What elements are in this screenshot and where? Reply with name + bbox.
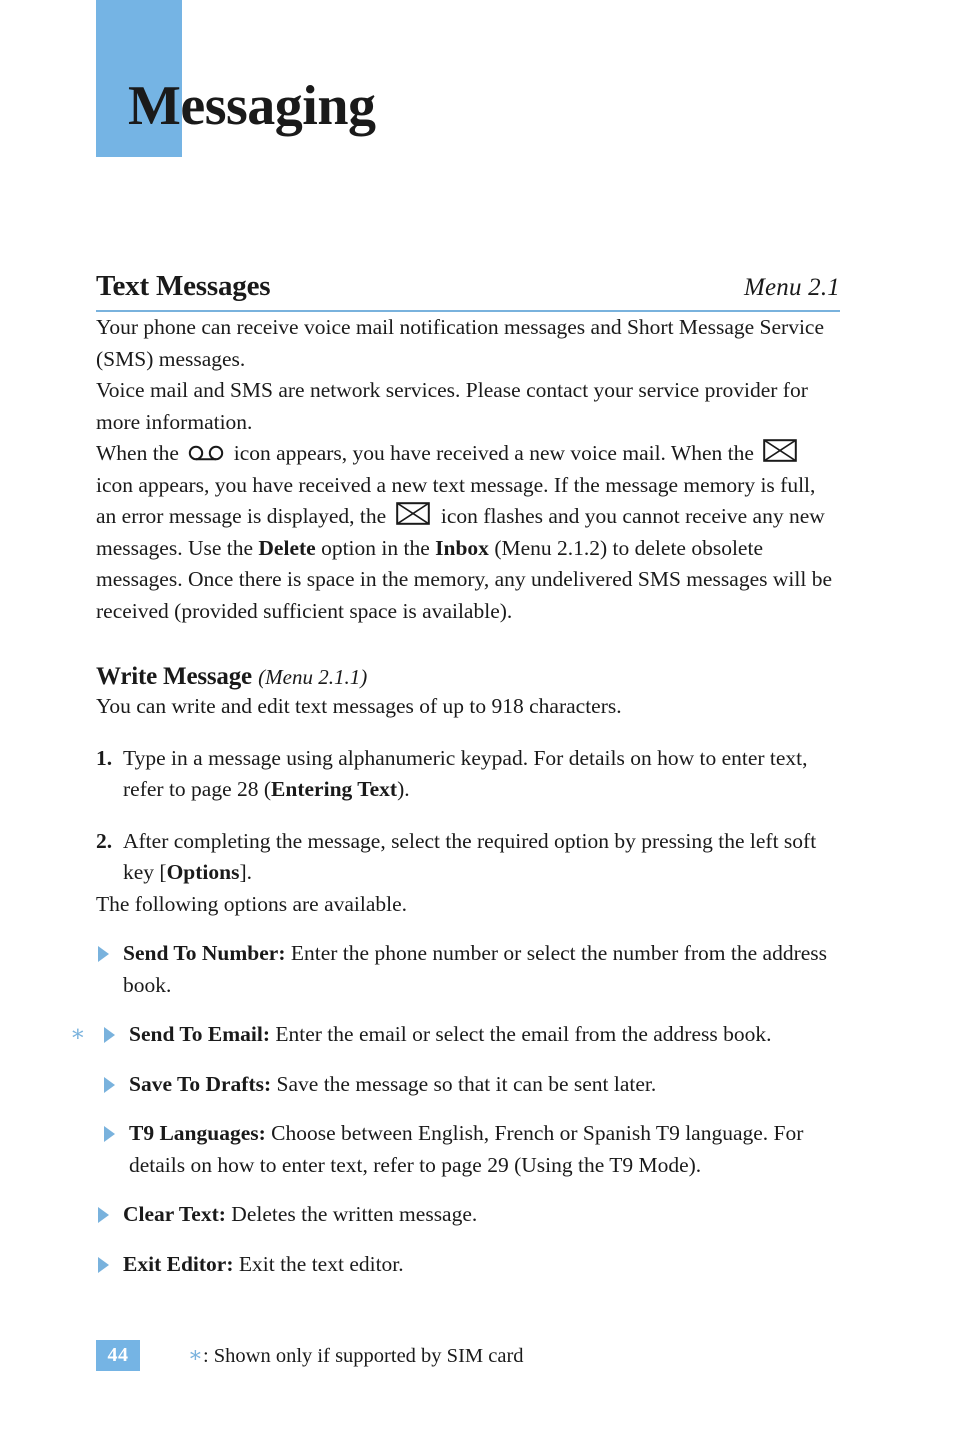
list-item-t9-languages: T9 Languages: Choose between English, Fr… [96,1118,840,1181]
section-title: Text Messages [96,270,271,302]
footnote: ∗: Shown only if supported by SIM card [188,1342,524,1369]
triangle-bullet-icon [104,1076,115,1093]
step-number: 1. [96,745,113,770]
paragraph-options-intro: The following options are available. [96,891,408,916]
icons-text-5: option in the [321,535,430,560]
icons-text-1: When the [96,441,179,465]
option-name: Save To Drafts: [129,1071,272,1096]
section-menu-reference: Menu 2.1 [743,274,840,301]
subsection-title: Write Message [96,663,252,690]
list-item-send-to-number: Send To Number: Enter the phone number o… [96,938,840,1001]
option-name: Exit Editor: [123,1251,234,1276]
footnote-asterisk-icon: ∗ [188,1342,203,1367]
triangle-bullet-icon [98,1256,109,1273]
option-name: Clear Text: [123,1202,226,1226]
delete-option-emphasis: Delete [258,535,316,560]
options-list: Send To Number: Enter the phone number o… [70,938,840,1281]
option-name: Send To Number: [123,941,286,965]
option-name: Send To Email: [129,1022,270,1046]
step-text-b: ]. [239,860,253,884]
page-number-badge: 44 [96,1340,140,1371]
step-text-a: Type in a message using alphanumeric key… [123,745,808,802]
steps-list: 1. Type in a message using alphanumeric k… [96,743,840,889]
step-item: 2. After completing the message, select t… [96,826,840,889]
triangle-bullet-icon [104,1126,115,1142]
page-footer: 44 ∗: Shown only if supported by SIM car… [96,1340,840,1371]
list-item-clear-text: Clear Text: Deletes the written message. [96,1199,840,1231]
step-bold: Options [166,860,240,884]
inbox-emphasis: Inbox [435,535,489,560]
envelope-icon [763,439,798,462]
list-item-exit-editor: Exit Editor: Exit the text editor. [96,1249,840,1281]
triangle-bullet-icon [98,1207,109,1223]
step-number: 2. [96,828,113,853]
page-content: Text Messages Menu 2.1 Your phone can re… [70,270,840,1281]
paragraph-write-message-intro: You can write and edit text messages of … [96,694,622,718]
triangle-bullet-icon [104,1027,115,1043]
voicemail-icon [188,440,224,461]
section-header: Text Messages Menu 2.1 [96,270,840,312]
step-bold: Entering Text [271,777,398,801]
option-name: T9 Languages: [129,1121,266,1145]
icons-text-2: icon appears, you have received a new vo… [233,441,754,465]
envelope-icon [395,502,430,525]
footnote-text: : Shown only if supported by SIM card [202,1345,524,1367]
sim-only-asterisk-icon: ∗ [70,1021,86,1046]
chapter-title: Messaging [128,75,376,137]
step-item: 1. Type in a message using alphanumeric k… [96,743,840,806]
option-description: Save the message so that it can be sent … [276,1071,657,1096]
paragraph-network-services: Voice mail and SMS are network services.… [96,378,808,434]
paragraph-intro: Your phone can receive voice mail notifi… [96,315,825,371]
paragraph-icons: When the icon appears, you have received… [96,438,840,627]
list-item-save-to-drafts: Save To Drafts: Save the message so that… [96,1069,840,1101]
subsection-header: Write Message (Menu 2.1.1) [96,663,840,691]
subsection-menu-reference: (Menu 2.1.1) [258,665,368,689]
step-text-b: ). [397,777,410,801]
triangle-bullet-icon [98,946,109,962]
option-description: Enter the email or select the email from… [275,1022,772,1046]
option-description: Deletes the written message. [231,1202,478,1226]
list-item-send-to-email: ∗ Send To Email: Enter the email or sele… [70,1019,840,1051]
option-description: Exit the text editor. [238,1251,404,1276]
